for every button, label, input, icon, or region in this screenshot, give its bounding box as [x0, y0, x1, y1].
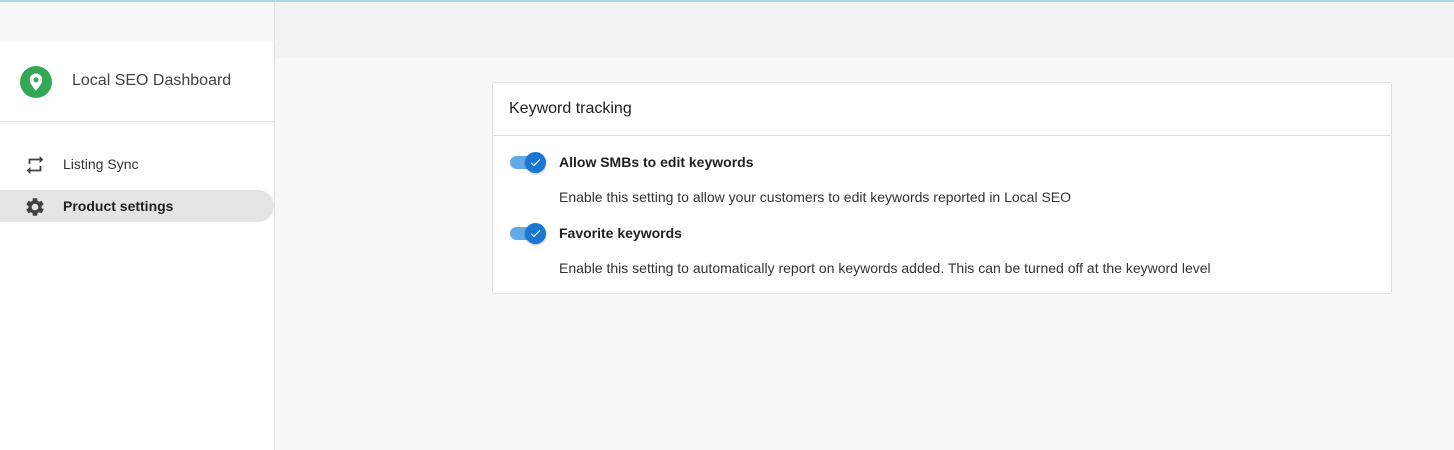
main-header — [275, 2, 1454, 58]
divider — [493, 135, 1391, 136]
brand-header: Local SEO Dashboard — [0, 42, 274, 122]
location-pin-icon — [20, 66, 52, 98]
allow-smb-edit-toggle[interactable] — [509, 151, 547, 173]
setting-favorite-keywords: Favorite keywords Enable this setting to… — [509, 222, 1379, 282]
card-title: Keyword tracking — [509, 100, 632, 117]
setting-allow-smb-edit-keywords: Allow SMBs to edit keywords Enable this … — [509, 151, 1379, 211]
sidebar-item-label: Listing Sync — [63, 156, 139, 172]
setting-description: Enable this setting to automatically rep… — [559, 260, 1211, 276]
gear-icon — [24, 196, 46, 218]
check-icon — [525, 223, 546, 244]
sidebar-item-listing-sync[interactable]: Listing Sync — [0, 148, 274, 180]
repeat-icon — [24, 154, 46, 176]
sidebar: Local SEO Dashboard Listing Sync Product… — [0, 2, 275, 450]
sidebar-item-label: Product settings — [63, 198, 174, 214]
sidebar-top-strip — [0, 2, 274, 42]
setting-label: Allow SMBs to edit keywords — [559, 154, 754, 170]
favorite-keywords-toggle[interactable] — [509, 222, 547, 244]
check-icon — [525, 152, 546, 173]
setting-description: Enable this setting to allow your custom… — [559, 189, 1072, 205]
setting-label: Favorite keywords — [559, 225, 682, 241]
brand-title: Local SEO Dashboard — [72, 72, 232, 89]
keyword-tracking-card: Keyword tracking Allow SMBs to edit keyw… — [492, 82, 1392, 294]
sidebar-item-product-settings[interactable]: Product settings — [0, 190, 274, 222]
